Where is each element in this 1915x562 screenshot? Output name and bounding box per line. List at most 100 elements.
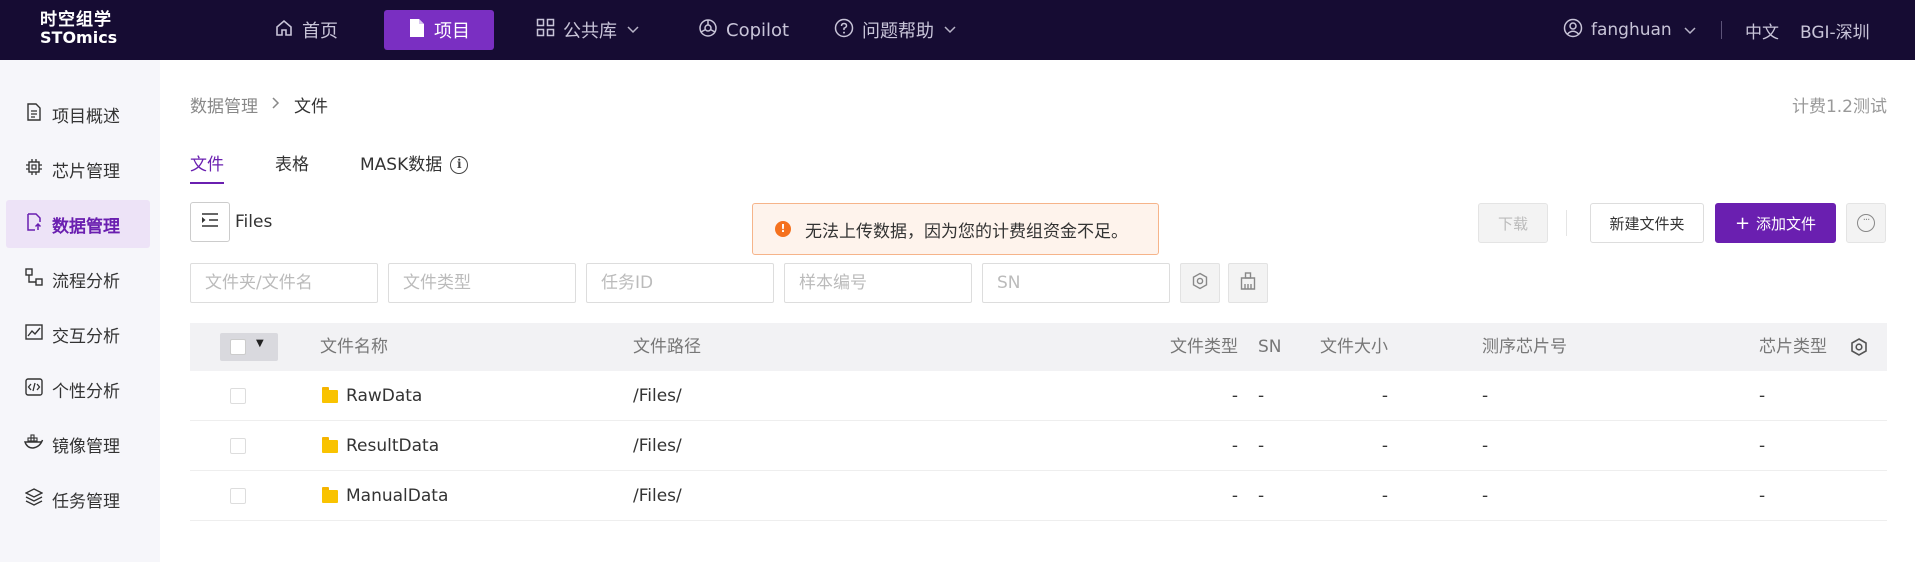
tab-files[interactable]: 文件 (190, 150, 224, 184)
sidebar-item-image-management[interactable]: 镜像管理 (6, 420, 150, 468)
nav-help[interactable]: 问题帮助 (834, 10, 956, 50)
chevron-right-icon (272, 96, 280, 113)
sidebar-item-label: 交互分析 (52, 326, 120, 347)
folder-icon (322, 437, 338, 453)
docker-icon (24, 434, 44, 454)
image-chart-icon (24, 324, 44, 344)
language-switch[interactable]: 中文 (1745, 10, 1779, 50)
more-icon: ··· (1857, 214, 1875, 232)
cell-path: /Files/ (633, 386, 682, 406)
nav-project[interactable]: 项目 (384, 10, 494, 50)
table-row[interactable]: RawData /Files/ - - - - - (190, 371, 1887, 421)
nav-home-label: 首页 (302, 21, 338, 42)
breadcrumb-parent[interactable]: 数据管理 (190, 92, 258, 117)
folder-tree-toggle-button[interactable] (190, 202, 230, 242)
nav-public-library[interactable]: 公共库 (536, 10, 639, 50)
more-actions-button[interactable]: ··· (1846, 203, 1886, 243)
cell-name[interactable]: ManualData (346, 471, 448, 521)
column-header-type[interactable]: 文件类型 (780, 323, 1238, 371)
user-icon (1563, 18, 1583, 43)
sidebar-item-task-management[interactable]: 任务管理 (6, 475, 150, 523)
chip-icon (24, 158, 44, 180)
nav-copilot[interactable]: Copilot (698, 10, 789, 50)
cell-seq-chip: - (1482, 386, 1489, 406)
column-header-name[interactable]: 文件名称 (320, 323, 388, 371)
breadcrumb: 数据管理 文件 (190, 92, 328, 117)
nav-help-label: 问题帮助 (862, 21, 934, 42)
task-id-filter-input[interactable] (586, 263, 774, 303)
sidebar-item-label: 项目概述 (52, 106, 120, 127)
row-checkbox[interactable] (230, 438, 246, 454)
user-menu[interactable]: fanghuan (1563, 10, 1696, 50)
column-header-chip-type[interactable]: 芯片类型 (1759, 323, 1827, 371)
cell-name[interactable]: ResultData (346, 421, 439, 471)
cell-type: - (1231, 436, 1238, 456)
toast-message: 无法上传数据，因为您的计费组资金不足。 (805, 221, 1128, 242)
tab-tables[interactable]: 表格 (275, 150, 309, 184)
column-header-path[interactable]: 文件路径 (633, 323, 701, 371)
cell-path: /Files/ (633, 436, 682, 456)
logo-text-cn: 时空组学 (40, 10, 112, 30)
select-all-dropdown[interactable]: ▼ (220, 333, 278, 361)
cell-type: - (1231, 486, 1238, 506)
filter-settings-button[interactable] (1180, 263, 1220, 303)
filename-filter-input[interactable] (190, 263, 378, 303)
column-header-sn[interactable]: SN (1258, 323, 1282, 371)
plus-icon: + (1734, 212, 1751, 234)
table-row[interactable]: ResultData /Files/ - - - - - (190, 421, 1887, 471)
row-checkbox[interactable] (230, 488, 246, 504)
folder-icon (322, 487, 338, 503)
copilot-icon (698, 18, 718, 43)
breadcrumb-current: 文件 (294, 97, 328, 117)
nav-copilot-label: Copilot (726, 19, 790, 41)
table-header: ▼ 文件名称 文件路径 文件类型 文件大小 SN 测序芯片号 芯片类型 (190, 323, 1887, 371)
indent-list-icon (201, 212, 219, 233)
cell-seq-chip: - (1482, 436, 1489, 456)
language-label: 中文 (1745, 22, 1779, 43)
nav-home[interactable]: 首页 (274, 10, 338, 50)
sidebar: 项目概述 芯片管理 数据管理 流程分析 交互分析 个性分析 镜像管理 任务管理 (0, 60, 160, 562)
nav-project-label: 项目 (434, 21, 470, 42)
sidebar-item-chip-management[interactable]: 芯片管理 (6, 145, 150, 193)
filetype-filter-input[interactable] (388, 263, 576, 303)
info-icon[interactable]: i (450, 156, 469, 174)
sample-id-filter-input[interactable] (784, 263, 972, 303)
sn-filter-input[interactable] (982, 263, 1170, 303)
select-all-checkbox[interactable] (230, 339, 246, 355)
cell-name[interactable]: RawData (346, 371, 422, 421)
chevron-down-icon (1684, 20, 1696, 40)
tab-mask-data[interactable]: MASK数据 i (360, 150, 469, 184)
download-button[interactable]: 下载 (1478, 203, 1548, 243)
top-navbar: 时空组学 STOmics 首页 项目 公共库 Copilot 问题帮助 fang… (0, 0, 1915, 60)
caret-down-icon[interactable]: ▼ (256, 338, 264, 349)
warning-icon: ! (775, 221, 791, 237)
column-header-size[interactable]: 文件大小 (1200, 323, 1388, 371)
clear-filter-button[interactable] (1228, 263, 1268, 303)
column-settings-icon[interactable] (1849, 337, 1869, 357)
logo[interactable]: 时空组学 STOmics (40, 10, 120, 47)
sidebar-item-project-overview[interactable]: 项目概述 (6, 90, 150, 138)
file-text-icon (24, 103, 44, 125)
sidebar-item-label: 芯片管理 (52, 161, 120, 182)
file-upload-icon (24, 213, 44, 235)
cell-size: - (1381, 386, 1388, 406)
cell-path: /Files/ (633, 486, 682, 506)
table-row[interactable]: ManualData /Files/ - - - - - (190, 471, 1887, 521)
new-folder-button[interactable]: 新建文件夹 (1590, 203, 1704, 243)
sidebar-item-data-management[interactable]: 数据管理 (6, 200, 150, 248)
current-folder-label: Files (235, 212, 273, 232)
add-file-button[interactable]: + 添加文件 (1715, 203, 1836, 243)
billing-group-label[interactable]: 计费1.2测试 (1792, 92, 1887, 117)
code-icon (24, 378, 44, 400)
nav-public-library-label: 公共库 (563, 21, 617, 42)
sidebar-item-label: 数据管理 (52, 216, 120, 237)
column-header-seq-chip[interactable]: 测序芯片号 (1482, 323, 1567, 371)
add-file-label: 添加文件 (1756, 214, 1817, 233)
region-switch[interactable]: BGI-深圳 (1800, 10, 1870, 50)
sidebar-item-custom-analysis[interactable]: 个性分析 (6, 365, 150, 413)
cell-chip-type: - (1759, 436, 1766, 456)
sidebar-item-interactive-analysis[interactable]: 交互分析 (6, 310, 150, 358)
sidebar-item-pipeline-analysis[interactable]: 流程分析 (6, 255, 150, 303)
row-checkbox[interactable] (230, 388, 246, 404)
sidebar-item-label: 任务管理 (52, 491, 120, 512)
